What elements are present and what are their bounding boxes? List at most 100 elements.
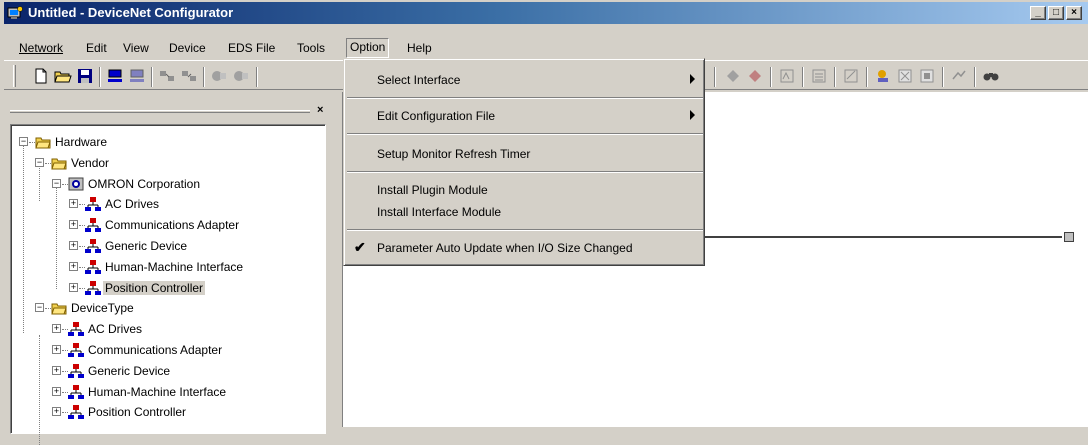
menu-device[interactable]: Device [169,39,206,57]
pane-grip[interactable] [10,110,310,113]
menu-item-label: Select Interface [377,73,461,87]
menu-edit[interactable]: Edit [86,39,107,57]
menu-item-setup-monitor-timer[interactable]: Setup Monitor Refresh Timer [347,143,703,165]
menu-item-edit-config-file[interactable]: Edit Configuration File [347,105,703,127]
expand-icon[interactable]: + [69,199,78,209]
monitor-icon[interactable] [950,67,968,85]
device-icon [85,238,101,254]
menu-item-label: Install Plugin Module [377,183,488,197]
close-button[interactable]: × [1066,6,1082,20]
tree-line [56,179,57,289]
menu-network-label: Network [19,41,64,55]
menu-item-label: Parameter Auto Update when I/O Size Chan… [377,241,633,255]
tree-node-vendor-device[interactable]: + Position Controller [69,279,321,297]
expand-icon[interactable]: + [52,324,61,334]
tree-node-type-device[interactable]: + Human-Machine Interface [52,383,321,401]
tree-node-type-device[interactable]: + Generic Device [52,362,321,380]
device-catalog-pane: × − Hardware − Vendor − OMRON Corporation + AC … [4,100,336,445]
monitor-icon[interactable] [810,67,828,85]
menu-item-param-auto-update[interactable]: ✔ Parameter Auto Update when I/O Size Ch… [347,237,703,259]
title-bar[interactable]: Untitled - DeviceNet Configurator _ □ × [4,2,1088,24]
expand-icon[interactable]: + [69,282,78,292]
check-icon: ✔ [354,239,366,255]
device-icon [68,404,84,420]
tree-node-vendor-device[interactable]: + AC Drives [69,195,321,213]
tree-node-vendor-device[interactable]: + Generic Device [69,237,321,255]
device-icon [85,259,101,275]
menu-tools[interactable]: Tools [297,39,325,57]
expand-icon[interactable]: + [52,345,61,354]
window-title: Untitled - DeviceNet Configurator [28,5,234,20]
save-icon[interactable] [76,67,94,85]
menu-item-install-interface[interactable]: Install Interface Module [347,201,703,223]
tree-node-label: Human-Machine Interface [88,384,227,399]
expand-icon[interactable]: + [69,220,78,230]
tree-node-vendor-device[interactable]: + Communications Adapter [69,216,321,234]
expand-icon[interactable]: + [52,386,61,396]
tree-node-omron[interactable]: − OMRON Corporation [52,175,321,193]
menu-help[interactable]: Help [407,39,432,57]
menu-view[interactable]: View [123,39,149,57]
tree-node-vendor[interactable]: − Vendor [35,154,321,172]
collapse-icon[interactable]: − [52,178,61,188]
expand-icon[interactable]: + [52,407,61,417]
expand-icon[interactable]: + [69,261,78,271]
new-file-icon[interactable] [32,67,50,85]
tree-node-label: Communications Adapter [105,218,240,233]
folder-icon [51,300,67,316]
main-window: Untitled - DeviceNet Configurator _ □ × … [0,0,1088,445]
monitor-icon[interactable] [778,67,796,85]
toolbar-separator [99,67,101,87]
menu-item-install-plugin[interactable]: Install Plugin Module [347,179,703,201]
tree-node-label: Hardware [55,135,108,149]
tree-node-vendor-device[interactable]: + Human-Machine Interface [69,258,321,276]
tree-node-label: AC Drives [88,322,143,337]
monitor-icon[interactable] [724,67,742,85]
download-icon[interactable] [180,67,198,85]
tree-node-type-device[interactable]: + Position Controller [52,403,321,421]
maximize-button[interactable]: □ [1048,6,1064,20]
tree-line [39,335,40,445]
search-icon[interactable] [982,67,1000,85]
monitor-icon[interactable] [210,67,228,85]
device-icon [85,196,101,212]
monitor-icon[interactable] [918,67,936,85]
menu-network[interactable]: Network [19,39,63,57]
expand-icon[interactable]: + [69,241,78,250]
menu-option[interactable]: Option [346,38,390,58]
toolbar-separator [714,67,716,87]
device-icon [85,217,101,233]
tree-node-devicetype[interactable]: − DeviceType [35,299,321,317]
device-icon [68,363,84,379]
offline-icon[interactable] [128,67,146,85]
tree-node-label: Position Controller [103,280,206,295]
minimize-button[interactable]: _ [1030,6,1046,20]
monitor-icon[interactable] [746,67,764,85]
collapse-icon[interactable]: − [19,137,28,146]
menu-eds-file[interactable]: EDS File [228,39,275,57]
hardware-tree[interactable]: − Hardware − Vendor − OMRON Corporation + AC Dr… [10,124,326,445]
tree-node-type-device[interactable]: + AC Drives [52,320,321,338]
toolbar-separator [151,67,153,87]
toolbar-separator [866,67,868,87]
expand-icon[interactable]: + [52,365,61,375]
device-icon [68,342,84,358]
close-icon[interactable]: × [317,104,323,116]
online-icon[interactable] [106,67,124,85]
tree-node-hardware[interactable]: − Hardware [19,133,321,151]
tree-node-label: DeviceType [71,301,134,316]
monitor-icon[interactable] [232,67,250,85]
toolbar-grip[interactable] [13,65,16,87]
upload-icon[interactable] [158,67,176,85]
collapse-icon[interactable]: − [35,303,44,313]
menu-item-select-interface[interactable]: Select Interface [347,69,703,91]
network-terminator[interactable] [1064,232,1074,242]
monitor-icon[interactable] [874,67,892,85]
collapse-icon[interactable]: − [35,157,44,167]
menu-separator [347,97,703,99]
open-folder-icon[interactable] [54,67,72,85]
tree-node-type-device[interactable]: + Communications Adapter [52,341,321,359]
monitor-icon[interactable] [842,67,860,85]
toolbar-separator [203,67,205,87]
monitor-icon[interactable] [896,67,914,85]
